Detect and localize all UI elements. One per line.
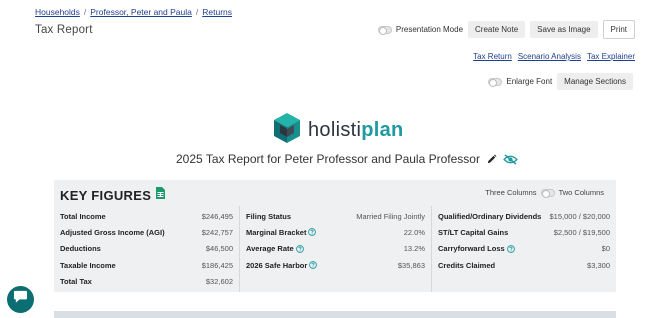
figure-value: $15,000 / $20,000 bbox=[549, 211, 610, 221]
next-section-header bbox=[54, 311, 616, 318]
key-figures-column: Filing Status Married Filing Jointly Mar… bbox=[239, 206, 431, 292]
manage-sections-button[interactable]: Manage Sections bbox=[557, 73, 633, 90]
key-figures-grid: Total Income $246,495 Adjusted Gross Inc… bbox=[54, 206, 616, 292]
key-figures-header: KEY FIGURES bbox=[60, 186, 166, 204]
figure-label: Qualified/Ordinary Dividends bbox=[438, 211, 542, 221]
save-as-image-button[interactable]: Save as Image bbox=[530, 21, 598, 38]
enlarge-font-label: Enlarge Font bbox=[506, 77, 553, 86]
figure-row: Total Income $246,495 bbox=[60, 208, 233, 224]
logo-text-part1: holisti bbox=[308, 119, 362, 141]
help-icon[interactable] bbox=[308, 228, 317, 237]
figure-value: $2,500 / $19,500 bbox=[553, 227, 610, 237]
tab-scenario-analysis[interactable]: Scenario Analysis bbox=[518, 52, 581, 61]
figure-label: Total Income bbox=[60, 211, 106, 221]
figure-label-with-help: Average Rate bbox=[246, 244, 304, 253]
enlarge-font-switch[interactable] bbox=[488, 77, 503, 87]
figure-row: Filing Status Married Filing Jointly bbox=[246, 208, 425, 224]
figure-label: ST/LT Capital Gains bbox=[438, 227, 509, 237]
figure-label: 2026 Safe Harbor bbox=[246, 260, 308, 270]
logo-text-part2: plan bbox=[361, 119, 404, 141]
figure-row: Total Tax $32,602 bbox=[60, 273, 233, 289]
breadcrumb-returns[interactable]: Returns bbox=[202, 7, 232, 17]
figure-label: Marginal Bracket bbox=[246, 227, 307, 237]
logo-cube-icon bbox=[270, 111, 304, 150]
figure-value: $3,300 bbox=[587, 260, 610, 270]
three-columns-label[interactable]: Three Columns bbox=[485, 188, 536, 197]
presentation-mode-switch[interactable] bbox=[377, 25, 392, 35]
presentation-mode-label: Presentation Mode bbox=[395, 25, 464, 34]
two-columns-label[interactable]: Two Columns bbox=[559, 188, 604, 197]
figure-value: $0 bbox=[601, 244, 610, 254]
figure-label-with-help: Marginal Bracket bbox=[246, 227, 317, 237]
report-title: 2025 Tax Report for Peter Professor and … bbox=[176, 152, 480, 166]
figure-label: Credits Claimed bbox=[438, 260, 496, 270]
key-figures-column: Qualified/Ordinary Dividends $15,000 / $… bbox=[431, 206, 616, 292]
eye-slash-icon[interactable] bbox=[503, 153, 518, 165]
print-button[interactable]: Print bbox=[602, 20, 635, 39]
page-title: Tax Report bbox=[35, 24, 93, 36]
figure-row: Credits Claimed $3,300 bbox=[438, 257, 610, 273]
tab-tax-return[interactable]: Tax Return bbox=[473, 52, 512, 61]
presentation-mode-toggle[interactable]: Presentation Mode bbox=[377, 25, 464, 35]
figure-value: $32,602 bbox=[205, 276, 233, 286]
figure-value: 13.2% bbox=[403, 244, 425, 254]
figure-value: $46,500 bbox=[205, 244, 233, 254]
figure-row: Average Rate 13.2% bbox=[246, 241, 425, 257]
logo-wordmark: holistiplan bbox=[308, 119, 404, 142]
key-figures-title: KEY FIGURES bbox=[60, 187, 152, 203]
figure-value: $242,757 bbox=[201, 227, 233, 237]
chat-icon bbox=[13, 290, 28, 309]
key-figures-panel: KEY FIGURES Three Columns Two Columns To… bbox=[54, 180, 616, 292]
figure-row: Taxable Income $186,425 bbox=[60, 257, 233, 273]
figure-row: Deductions $46,500 bbox=[60, 241, 233, 257]
figure-row: Qualified/Ordinary Dividends $15,000 / $… bbox=[438, 208, 610, 224]
figure-row: ST/LT Capital Gains $2,500 / $19,500 bbox=[438, 224, 610, 240]
top-actions: Presentation Mode Create Note Save as Im… bbox=[377, 20, 635, 39]
figure-label-with-help: 2026 Safe Harbor bbox=[246, 260, 318, 270]
key-figures-column: Total Income $246,495 Adjusted Gross Inc… bbox=[54, 206, 239, 292]
holistiplan-logo: holistiplan bbox=[270, 111, 404, 150]
figure-label: Taxable Income bbox=[60, 260, 116, 270]
help-icon[interactable] bbox=[295, 244, 304, 253]
figure-row: Carryforward Loss $0 bbox=[438, 241, 610, 257]
create-note-button[interactable]: Create Note bbox=[468, 21, 526, 38]
figure-value: $186,425 bbox=[201, 260, 233, 270]
pencil-icon[interactable] bbox=[486, 154, 497, 165]
column-layout-toggle: Three Columns Two Columns bbox=[485, 188, 604, 198]
report-title-row: 2025 Tax Report for Peter Professor and … bbox=[176, 152, 518, 166]
figure-label: Adjusted Gross Income (AGI) bbox=[60, 227, 165, 237]
column-layout-switch[interactable] bbox=[540, 188, 555, 198]
breadcrumb: Households / Professor, Peter and Paula … bbox=[35, 7, 232, 17]
breadcrumb-separator: / bbox=[195, 7, 199, 17]
secondary-actions: Enlarge Font Manage Sections bbox=[488, 73, 633, 90]
enlarge-font-toggle[interactable]: Enlarge Font bbox=[488, 77, 553, 87]
help-icon[interactable] bbox=[506, 244, 515, 253]
spreadsheet-icon[interactable] bbox=[155, 186, 166, 204]
breadcrumb-households[interactable]: Households bbox=[35, 7, 80, 17]
figure-value: Married Filing Jointly bbox=[356, 211, 425, 221]
figure-label: Average Rate bbox=[246, 244, 294, 254]
figure-row: Marginal Bracket 22.0% bbox=[246, 224, 425, 240]
figure-row: Adjusted Gross Income (AGI) $242,757 bbox=[60, 224, 233, 240]
figure-value: 22.0% bbox=[403, 227, 425, 237]
figure-value: $35,863 bbox=[397, 260, 425, 270]
figure-value: $246,495 bbox=[201, 211, 233, 221]
report-tab-links: Tax Return Scenario Analysis Tax Explain… bbox=[473, 52, 635, 61]
help-icon[interactable] bbox=[309, 261, 318, 269]
figure-label-with-help: Carryforward Loss bbox=[438, 244, 515, 253]
figure-label: Total Tax bbox=[60, 276, 92, 286]
breadcrumb-separator: / bbox=[83, 7, 87, 17]
chat-launcher-button[interactable] bbox=[7, 286, 34, 313]
breadcrumb-household-name[interactable]: Professor, Peter and Paula bbox=[90, 7, 192, 17]
figure-label: Deductions bbox=[60, 244, 101, 254]
tab-tax-explainer[interactable]: Tax Explainer bbox=[587, 52, 635, 61]
figure-row: 2026 Safe Harbor $35,863 bbox=[246, 257, 425, 273]
figure-label: Filing Status bbox=[246, 211, 291, 221]
figure-label: Carryforward Loss bbox=[438, 244, 505, 254]
